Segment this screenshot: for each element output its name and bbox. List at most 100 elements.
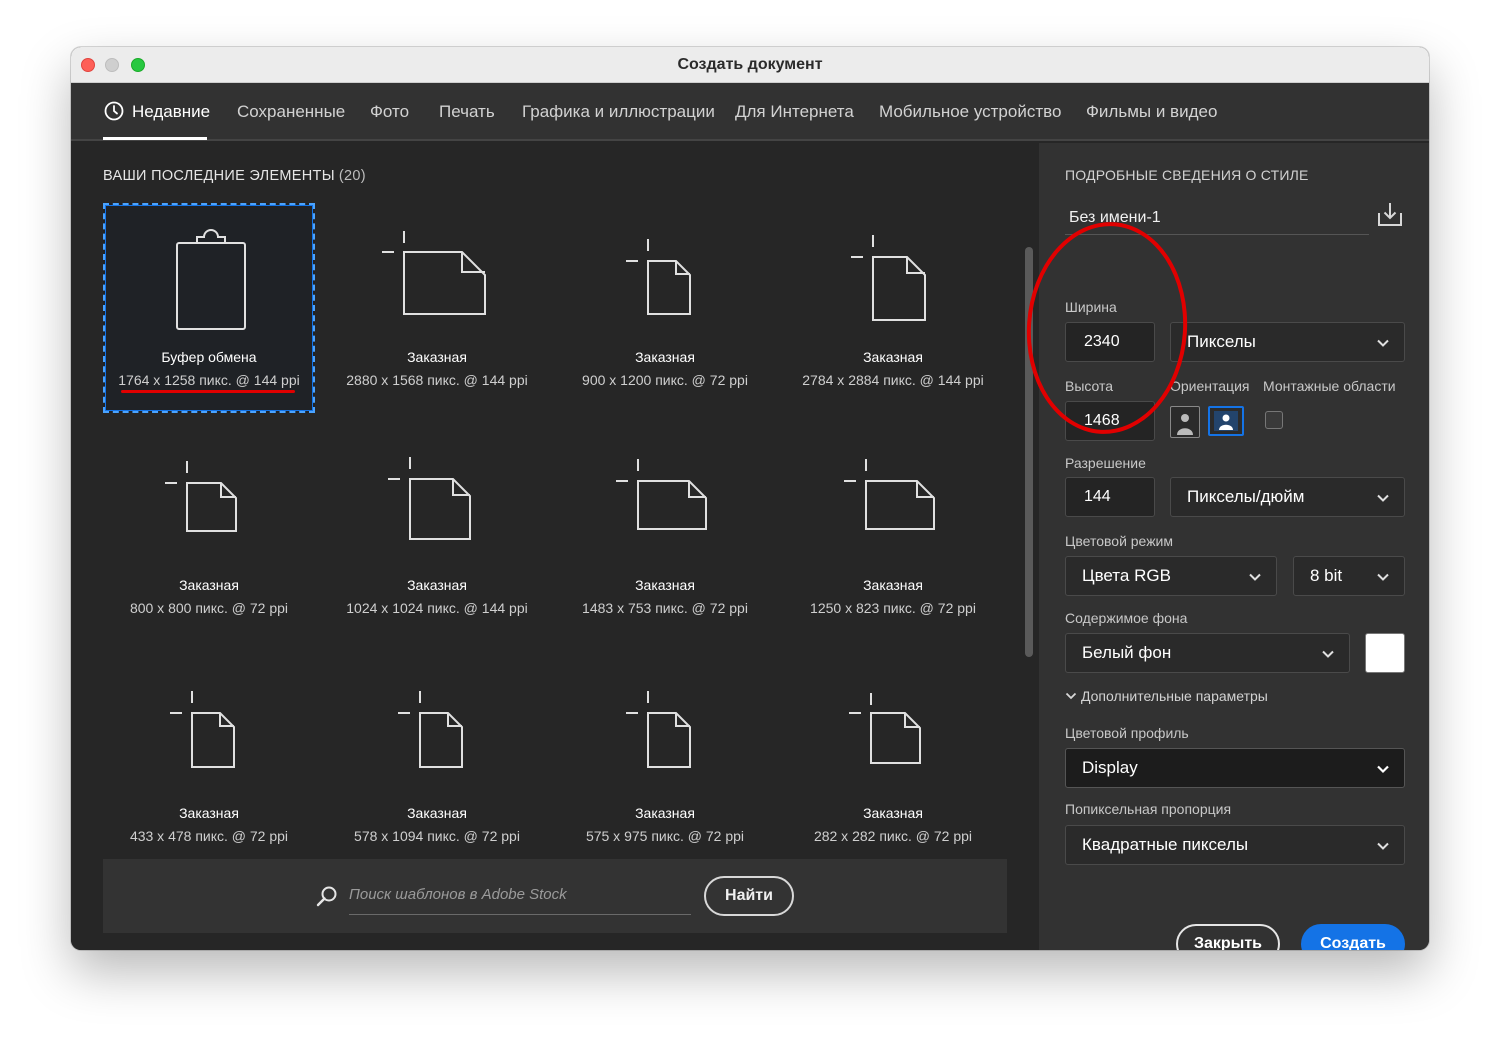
recent-items-count: (20) <box>338 168 366 184</box>
recent-items-pane: ВАШИ ПОСЛЕДНИЕ ЭЛЕМЕНТЫ (20) Буфер обмена… <box>71 143 1039 950</box>
recent-item-name: Заказная <box>407 577 467 593</box>
recent-item[interactable]: Заказная 575 x 975 пикс. @ 72 ppi <box>559 659 771 869</box>
height-label: Высота <box>1065 378 1114 394</box>
stock-search-bar: Найти <box>103 859 1007 933</box>
chevron-down-icon <box>1377 842 1389 850</box>
recent-item-name: Заказная <box>635 349 695 365</box>
active-tab-indicator <box>103 137 207 140</box>
recent-item[interactable]: Заказная 282 x 282 пикс. @ 72 ppi <box>787 659 999 869</box>
search-icon <box>316 886 337 907</box>
background-label: Содержимое фона <box>1065 610 1188 626</box>
recent-item-name: Заказная <box>407 349 467 365</box>
recent-item-name: Заказная <box>863 805 923 821</box>
pixel-aspect-label: Попиксельная пропорция <box>1065 801 1232 817</box>
orientation-landscape-button[interactable] <box>1208 406 1244 436</box>
tab-photo[interactable]: Фото <box>370 102 409 122</box>
width-label: Ширина <box>1065 299 1117 315</box>
chevron-down-icon <box>1377 765 1389 774</box>
create-button[interactable]: Создать <box>1301 924 1405 950</box>
recent-item[interactable]: Заказная 578 x 1094 пикс. @ 72 ppi <box>331 659 543 869</box>
save-preset-icon[interactable] <box>1375 199 1405 229</box>
recent-items-title: ВАШИ ПОСЛЕДНИЕ ЭЛЕМЕНТЫ <box>103 168 335 184</box>
color-profile-label: Цветовой профиль <box>1065 725 1189 741</box>
chevron-down-icon <box>1377 339 1389 347</box>
color-profile-select[interactable]: Display <box>1065 748 1405 788</box>
resolution-unit-value: Пикселы/дюйм <box>1187 487 1305 506</box>
tab-art-illustration[interactable]: Графика и иллюстрации <box>522 102 715 122</box>
chevron-down-icon <box>1065 692 1077 700</box>
advanced-options-toggle[interactable]: Дополнительные параметры <box>1065 688 1268 704</box>
chevron-down-icon <box>1377 573 1389 581</box>
recent-item-name: Заказная <box>407 805 467 821</box>
clock-icon <box>104 101 124 121</box>
recent-item-name: Заказная <box>635 805 695 821</box>
tab-saved[interactable]: Сохраненные <box>237 102 345 122</box>
tab-recent[interactable]: Недавние <box>132 102 210 122</box>
pixel-aspect-value: Квадратные пикселы <box>1082 835 1249 854</box>
find-button[interactable]: Найти <box>704 876 794 916</box>
recent-item-name: Буфер обмена <box>161 349 257 365</box>
title-bar: Создать документ <box>71 47 1429 83</box>
recent-item-size: 282 x 282 пикс. @ 72 ppi <box>813 828 973 844</box>
color-profile-value: Display <box>1082 758 1138 777</box>
background-select[interactable]: Белый фон <box>1065 633 1350 673</box>
artboards-checkbox[interactable] <box>1265 411 1283 429</box>
recent-item-size: 433 x 478 пикс. @ 72 ppi <box>129 828 289 844</box>
color-mode-select[interactable]: Цвета RGB <box>1065 556 1277 596</box>
recent-item-name: Заказная <box>863 577 923 593</box>
width-input[interactable]: 2340 <box>1065 322 1155 362</box>
recent-item-size: 575 x 975 пикс. @ 72 ppi <box>585 828 745 844</box>
landscape-icon <box>1214 411 1238 431</box>
portrait-icon <box>1177 414 1193 435</box>
resolution-input[interactable]: 144 <box>1065 477 1155 517</box>
tab-print[interactable]: Печать <box>439 102 495 122</box>
recent-item-size: 1024 x 1024 пикс. @ 144 ppi <box>346 600 528 616</box>
recent-item[interactable]: Заказная 800 x 800 пикс. @ 72 ppi <box>103 431 315 641</box>
recent-item-name: Заказная <box>635 577 695 593</box>
recent-item-size: 800 x 800 пикс. @ 72 ppi <box>129 600 289 616</box>
annotation-underline <box>121 390 295 393</box>
width-unit-value: Пикселы <box>1187 332 1256 351</box>
recent-item[interactable]: Заказная 1250 x 823 пикс. @ 72 ppi <box>787 431 999 641</box>
recent-item-clipboard[interactable]: Буфер обмена 1764 x 1258 пикс. @ 144 ppi <box>103 203 315 413</box>
recent-item-size: 2784 x 2884 пикс. @ 144 ppi <box>802 372 984 388</box>
stock-search-input[interactable] <box>349 875 691 915</box>
tab-mobile[interactable]: Мобильное устройство <box>879 102 1061 122</box>
tab-film-video[interactable]: Фильмы и видео <box>1086 102 1217 122</box>
recent-items-scrollbar[interactable] <box>1025 247 1033 657</box>
chevron-down-icon <box>1249 573 1261 581</box>
recent-item-size: 2880 x 1568 пикс. @ 144 ppi <box>346 372 528 388</box>
recent-item[interactable]: Заказная 1483 x 753 пикс. @ 72 ppi <box>559 431 771 641</box>
close-button[interactable]: Закрыть <box>1176 924 1280 950</box>
document-name-field[interactable]: Без имени-1 <box>1065 201 1369 235</box>
recent-item-size: 578 x 1094 пикс. @ 72 ppi <box>354 828 520 844</box>
recent-item[interactable]: Заказная 2784 x 2884 пикс. @ 144 ppi <box>787 203 999 413</box>
resolution-unit-select[interactable]: Пикселы/дюйм <box>1170 477 1405 517</box>
advanced-options-label: Дополнительные параметры <box>1081 688 1268 704</box>
preset-tabs: Недавние Сохраненные Фото Печать Графика… <box>71 83 1429 141</box>
artboards-label: Монтажные области <box>1263 378 1396 394</box>
chevron-down-icon <box>1322 650 1334 658</box>
window-title: Создать документ <box>677 56 823 73</box>
recent-item[interactable]: Заказная 433 x 478 пикс. @ 72 ppi <box>103 659 315 869</box>
recent-items-heading: ВАШИ ПОСЛЕДНИЕ ЭЛЕМЕНТЫ (20) <box>103 168 366 184</box>
height-input[interactable]: 1468 <box>1065 401 1155 441</box>
recent-item-size: 900 x 1200 пикс. @ 72 ppi <box>582 372 748 388</box>
recent-item-name: Заказная <box>863 349 923 365</box>
chevron-down-icon <box>1377 494 1389 502</box>
recent-item-name: Заказная <box>179 577 239 593</box>
background-color-swatch[interactable] <box>1365 633 1405 673</box>
recent-item[interactable]: Заказная 2880 x 1568 пикс. @ 144 ppi <box>331 203 543 413</box>
color-mode-label: Цветовой режим <box>1065 533 1174 549</box>
orientation-label: Ориентация <box>1170 378 1250 394</box>
recent-item[interactable]: Заказная 900 x 1200 пикс. @ 72 ppi <box>559 203 771 413</box>
recent-item-size: 1764 x 1258 пикс. @ 144 ppi <box>118 372 300 388</box>
bit-depth-select[interactable]: 8 bit <box>1293 556 1405 596</box>
pixel-aspect-select[interactable]: Квадратные пикселы <box>1065 825 1405 865</box>
tab-web[interactable]: Для Интернета <box>735 102 854 122</box>
orientation-portrait-button[interactable] <box>1170 406 1200 438</box>
preset-details-heading: ПОДРОБНЫЕ СВЕДЕНИЯ О СТИЛЕ <box>1065 167 1309 183</box>
recent-item[interactable]: Заказная 1024 x 1024 пикс. @ 144 ppi <box>331 431 543 641</box>
background-value: Белый фон <box>1082 643 1172 662</box>
width-unit-select[interactable]: Пикселы <box>1170 322 1405 362</box>
